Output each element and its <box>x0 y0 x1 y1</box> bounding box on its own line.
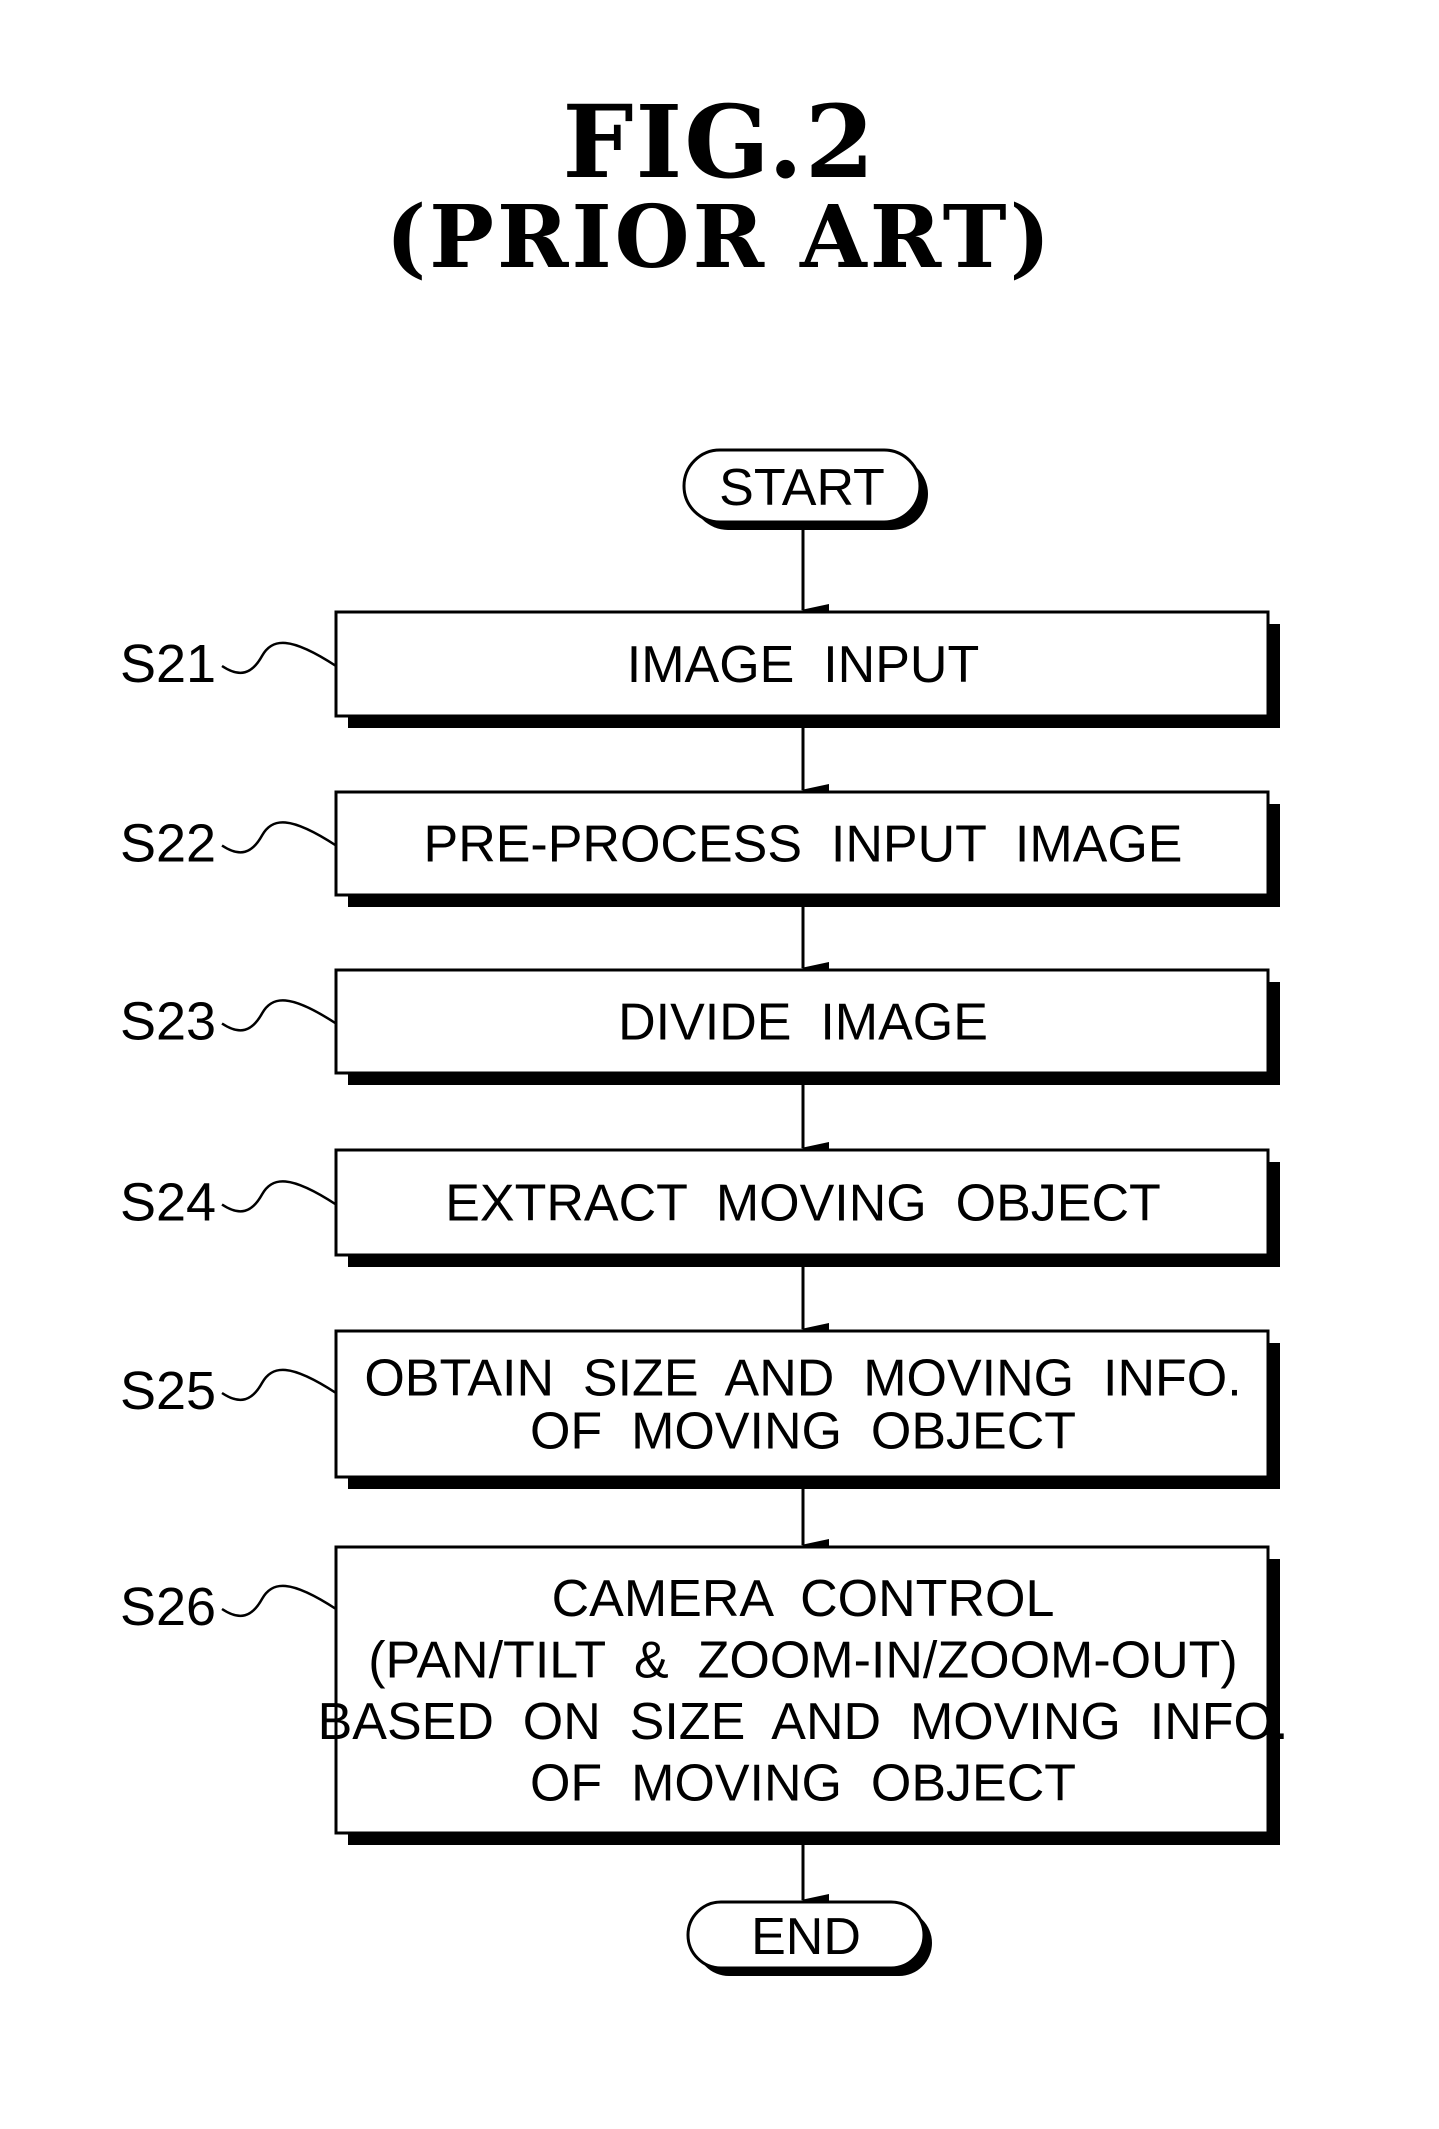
step-text-line: EXTRACT MOVING OBJECT <box>445 1175 1161 1233</box>
step-id-label: S22 <box>120 814 216 874</box>
step-text-line: BASED ON SIZE AND MOVING INFO. <box>318 1693 1289 1751</box>
step-id-label: S24 <box>120 1173 216 1233</box>
step-text-line: OF MOVING OBJECT <box>530 1403 1076 1461</box>
step-id-label: S21 <box>120 634 216 694</box>
step-s24: EXTRACT MOVING OBJECT S24 <box>120 1148 1280 1267</box>
end-label: END <box>751 1908 861 1966</box>
leader-squiggle-icon <box>221 999 337 1032</box>
step-text-line: PRE-PROCESS INPUT IMAGE <box>424 816 1183 874</box>
end-terminal: END <box>686 1900 932 1976</box>
step-s22: PRE-PROCESS INPUT IMAGE S22 <box>120 790 1280 907</box>
step-s23: DIVIDE IMAGE S23 <box>120 968 1280 1085</box>
step-text-line: (PAN/TILT & ZOOM-IN/ZOOM-OUT) <box>368 1631 1238 1689</box>
step-text-line: OBTAIN SIZE AND MOVING INFO. <box>364 1350 1241 1408</box>
step-s25: OBTAIN SIZE AND MOVING INFO.OF MOVING OB… <box>120 1329 1280 1489</box>
start-terminal: START <box>682 448 928 530</box>
leader-squiggle-icon <box>221 821 337 854</box>
step-id-label: S26 <box>120 1577 216 1637</box>
start-label: START <box>719 459 885 517</box>
step-text-line: CAMERA CONTROL <box>552 1570 1055 1628</box>
step-text-line: IMAGE INPUT <box>627 636 979 694</box>
step-id-label: S23 <box>120 992 216 1052</box>
step-s26: CAMERA CONTROL(PAN/TILT & ZOOM-IN/ZOOM-O… <box>120 1545 1289 1845</box>
flowchart: START IMAGE INPUT S21 PRE-PROCESS INPUT IM… <box>120 448 1289 1976</box>
step-text-line: DIVIDE IMAGE <box>618 994 988 1052</box>
leader-squiggle-icon <box>221 641 337 675</box>
step-id-label: S25 <box>120 1361 216 1421</box>
step-text-line: OF MOVING OBJECT <box>530 1754 1076 1812</box>
leader-squiggle-icon <box>221 1180 337 1213</box>
leader-squiggle-icon <box>221 1368 337 1402</box>
step-s21: IMAGE INPUT S21 <box>120 610 1280 728</box>
leader-squiggle-icon <box>221 1584 337 1618</box>
process-steps: IMAGE INPUT S21 PRE-PROCESS INPUT IMAGE S22… <box>120 610 1289 1845</box>
